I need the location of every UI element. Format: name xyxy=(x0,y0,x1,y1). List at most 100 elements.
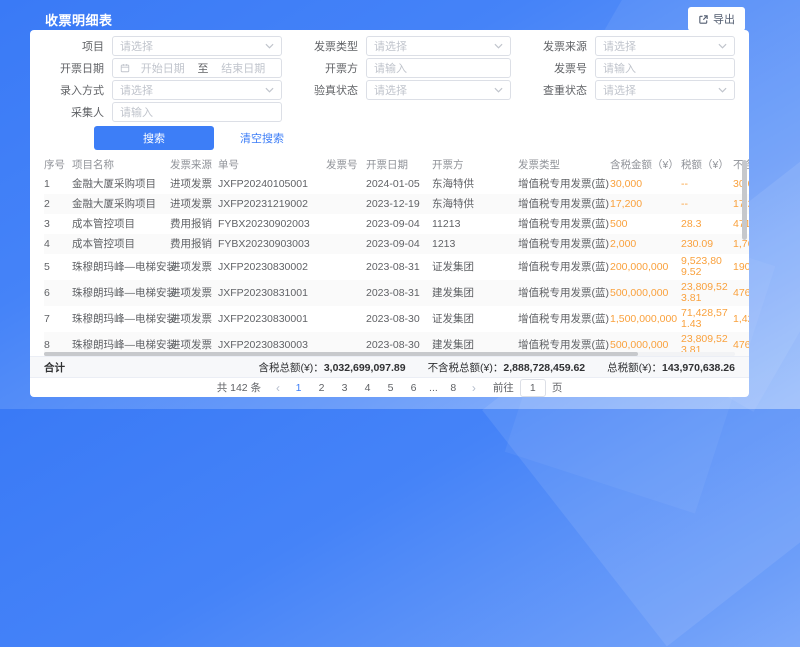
page-title: 收票明细表 xyxy=(45,10,113,29)
search-button[interactable]: 搜索 xyxy=(94,126,214,150)
invoice-source-select[interactable]: 请选择 xyxy=(595,36,735,56)
page-buttons: 123456...8 xyxy=(287,380,465,396)
cell-order-no: JXFP20231219002 xyxy=(218,194,326,214)
summary-item-label: 总税额(¥)： xyxy=(607,362,662,374)
cell-invoice-no xyxy=(326,306,366,332)
cell-source: 进项发票 xyxy=(170,280,218,306)
page-button-1[interactable]: 1 xyxy=(287,380,310,396)
project-select[interactable]: 请选择 xyxy=(112,36,282,56)
page-button-5[interactable]: 5 xyxy=(379,380,402,396)
filter-actions: 搜索 清空搜索 xyxy=(94,126,749,150)
next-page-icon[interactable]: › xyxy=(467,380,481,396)
page-button-6[interactable]: 6 xyxy=(402,380,425,396)
cell-project: 成本管控项目 xyxy=(72,214,170,234)
cell-date: 2024-01-05 xyxy=(366,174,432,194)
export-button[interactable]: 导出 xyxy=(688,7,745,31)
column-header-invoice-no: 发票号 xyxy=(326,156,366,174)
cell-amount-with-tax: 17,200 xyxy=(610,194,681,214)
cell-date: 2023-08-31 xyxy=(366,280,432,306)
column-header-date: 开票日期 xyxy=(366,156,432,174)
page-button-8[interactable]: 8 xyxy=(442,380,465,396)
top-bar: 收票明细表 导出 xyxy=(45,7,745,31)
cell-project: 珠穆朗玛峰—电梯安装 xyxy=(72,280,170,306)
placeholder-text: 请输入 xyxy=(374,60,407,76)
cell-date: 2023-08-30 xyxy=(366,306,432,332)
cell-tax: 9,523,809.52 xyxy=(681,254,733,280)
cell-order-no: JXFP20240105001 xyxy=(218,174,326,194)
page-button-2[interactable]: 2 xyxy=(310,380,333,396)
clear-search-link[interactable]: 清空搜索 xyxy=(240,130,284,146)
invoice-no-input[interactable]: 请输入 xyxy=(595,58,735,78)
export-button-label: 导出 xyxy=(713,11,735,27)
cell-source: 费用报销 xyxy=(170,234,218,254)
cell-amount-without-tax: 476,190,476.19 xyxy=(733,280,749,306)
table-row: 7珠穆朗玛峰—电梯安装进项发票JXFP202308300012023-08-30… xyxy=(44,306,749,332)
cell-amount-with-tax: 500 xyxy=(610,214,681,234)
filter-label-duplicate-status: 查重状态 xyxy=(525,82,587,98)
date-separator: 至 xyxy=(198,60,209,76)
export-icon xyxy=(698,14,709,25)
cell-tax: 71,428,571.43 xyxy=(681,306,733,332)
column-header-project: 项目名称 xyxy=(72,156,170,174)
cell-project: 珠穆朗玛峰—电梯安装 xyxy=(72,306,170,332)
entry-method-select[interactable]: 请选择 xyxy=(112,80,282,100)
cell-project: 珠穆朗玛峰—电梯安装 xyxy=(72,254,170,280)
filter-label-invoice-date: 开票日期 xyxy=(42,60,104,76)
cell-tax: 28.3 xyxy=(681,214,733,234)
cell-source: 费用报销 xyxy=(170,214,218,234)
cell-amount-without-tax: 190,476,190.48 xyxy=(733,254,749,280)
cell-type: 增值税专用发票(蓝) xyxy=(518,194,610,214)
pagination: 共 142 条 ‹ 123456...8 › 前往 页 xyxy=(30,378,749,397)
filter-field-invoice-no: 发票号请输入 xyxy=(525,58,735,78)
page-button-3[interactable]: 3 xyxy=(333,380,356,396)
cell-invoice-no xyxy=(326,234,366,254)
verify-status-select[interactable]: 请选择 xyxy=(366,80,511,100)
cell-invoice-no xyxy=(326,194,366,214)
invoice-table: 序号项目名称发票来源单号发票号开票日期开票方发票类型含税金额（¥）税额（¥）不含… xyxy=(44,156,749,358)
cell-source: 进项发票 xyxy=(170,306,218,332)
duplicate-status-select[interactable]: 请选择 xyxy=(595,80,735,100)
cell-no: 1 xyxy=(44,174,72,194)
filter-field-collector: 采集人请输入 xyxy=(42,102,282,122)
cell-type: 增值税专用发票(蓝) xyxy=(518,214,610,234)
content-card: 项目请选择发票类型请选择发票来源请选择开票日期开始日期至结束日期开票方请输入发票… xyxy=(30,30,749,397)
vertical-scrollbar-thumb[interactable] xyxy=(742,160,747,240)
column-header-source: 发票来源 xyxy=(170,156,218,174)
column-header-type: 发票类型 xyxy=(518,156,610,174)
jump-label-suffix: 页 xyxy=(552,380,563,395)
cell-tax: 230.09 xyxy=(681,234,733,254)
placeholder-text: 请选择 xyxy=(120,38,153,54)
cell-type: 增值税专用发票(蓝) xyxy=(518,280,610,306)
cell-amount-with-tax: 1,500,000,000 xyxy=(610,306,681,332)
jump-label: 前往 xyxy=(493,380,514,395)
chevron-down-icon xyxy=(718,87,727,93)
calendar-icon xyxy=(120,63,130,73)
invoice-type-select[interactable]: 请选择 xyxy=(366,36,511,56)
table-header-row: 序号项目名称发票来源单号发票号开票日期开票方发票类型含税金额（¥）税额（¥）不含… xyxy=(44,156,749,174)
summary-item-value: 2,888,728,459.62 xyxy=(503,362,585,374)
cell-amount-without-tax: 1,428,571,428.57 xyxy=(733,306,749,332)
summary-item-label: 含税总额(¥)： xyxy=(258,362,323,374)
page-jump-input[interactable] xyxy=(520,379,546,397)
prev-page-icon[interactable]: ‹ xyxy=(271,380,285,396)
summary-item-value: 143,970,638.26 xyxy=(662,362,735,374)
cell-type: 增值税专用发票(蓝) xyxy=(518,174,610,194)
chevron-down-icon xyxy=(494,87,503,93)
column-header-order-no: 单号 xyxy=(218,156,326,174)
cell-project: 成本管控项目 xyxy=(72,234,170,254)
chevron-down-icon xyxy=(265,87,274,93)
placeholder-text: 请输入 xyxy=(120,104,153,120)
collector-input[interactable]: 请输入 xyxy=(112,102,282,122)
page-button-4[interactable]: 4 xyxy=(356,380,379,396)
cell-issuer: 1213 xyxy=(432,234,518,254)
filter-field-invoice-source: 发票来源请选择 xyxy=(525,36,735,56)
cell-issuer: 证发集团 xyxy=(432,306,518,332)
cell-order-no: FYBX20230903003 xyxy=(218,234,326,254)
filter-label-collector: 采集人 xyxy=(42,104,104,120)
cell-tax: -- xyxy=(681,194,733,214)
issuer-input[interactable]: 请输入 xyxy=(366,58,511,78)
cell-invoice-no xyxy=(326,280,366,306)
filter-label-entry-method: 录入方式 xyxy=(42,82,104,98)
cell-type: 增值税专用发票(蓝) xyxy=(518,254,610,280)
invoice-date-range-picker[interactable]: 开始日期至结束日期 xyxy=(112,58,282,78)
